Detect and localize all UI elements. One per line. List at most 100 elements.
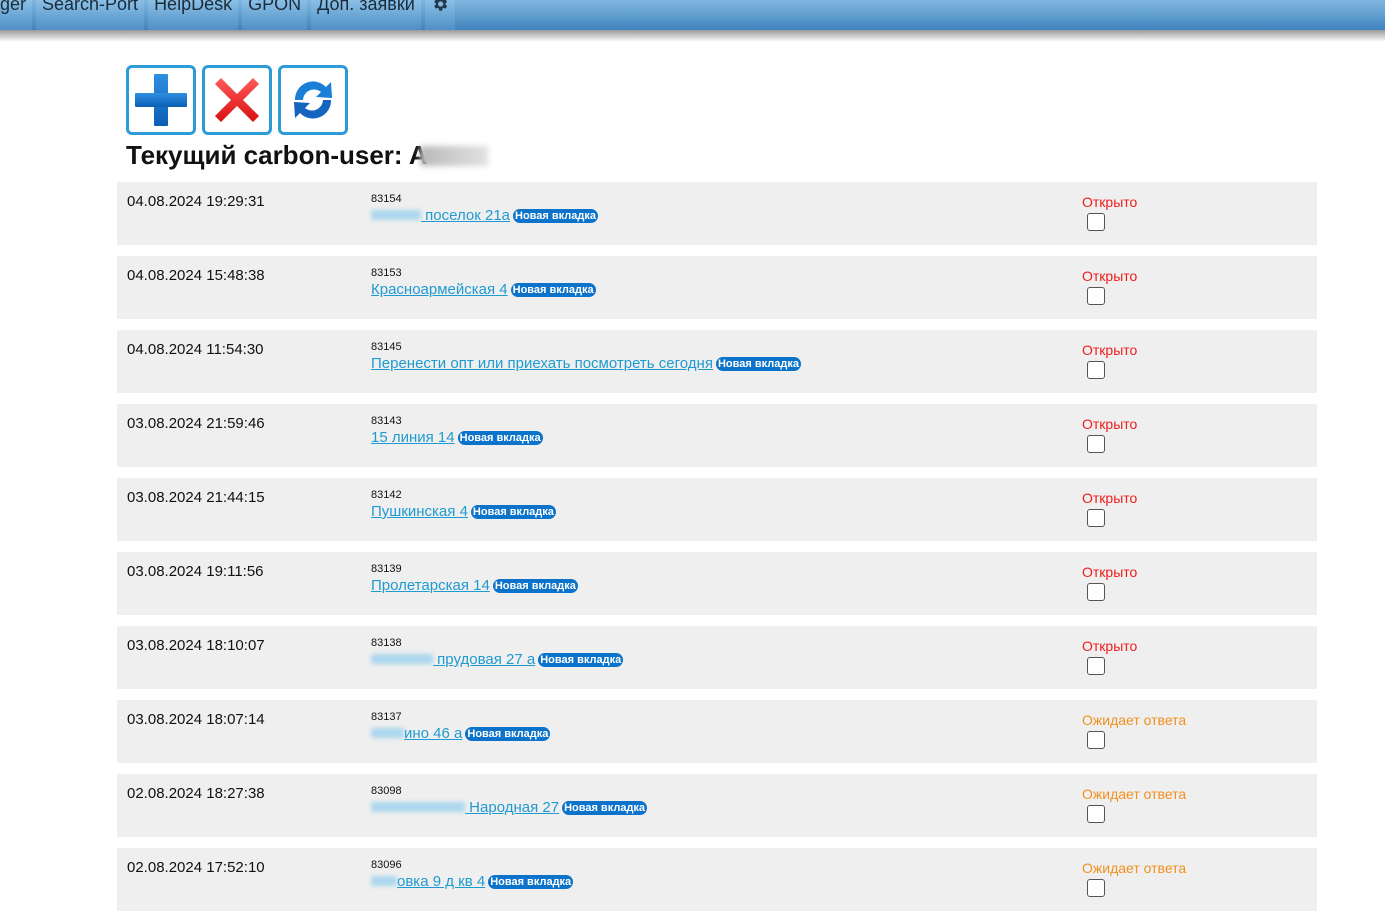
ticket-title-text: 15 линия 14 bbox=[371, 429, 455, 446]
nav-item-extra-requests[interactable]: Доп. заявки bbox=[311, 0, 421, 30]
ticket-link[interactable]: Пушкинская 4 bbox=[371, 503, 468, 520]
ticket-title: прудовая 27 а Новая вкладка bbox=[371, 651, 624, 668]
current-user-label: Текущий carbon-user: A bbox=[126, 140, 428, 170]
ticket-title: Пролетарская 14 Новая вкладка bbox=[371, 577, 578, 594]
ticket-id: 83142 bbox=[371, 489, 402, 501]
status-label: Ожидает ответа bbox=[1082, 860, 1187, 876]
ticket-row: 03.08.2024 19:11:56 83139 Пролетарская 1… bbox=[117, 552, 1317, 615]
ticket-id: 83153 bbox=[371, 267, 402, 279]
ticket-title: Народная 27 Новая вкладка bbox=[371, 799, 648, 816]
ticket-link[interactable]: Народная 27 bbox=[371, 799, 559, 816]
ticket-id: 83145 bbox=[371, 341, 402, 353]
new-tab-badge[interactable]: Новая вкладка bbox=[492, 579, 578, 593]
redacted-username bbox=[419, 146, 488, 166]
status-label: Открыто bbox=[1082, 416, 1138, 432]
redacted-text bbox=[371, 210, 421, 220]
settings-button[interactable] bbox=[424, 0, 455, 30]
new-tab-badge[interactable]: Новая вкладка bbox=[562, 801, 648, 815]
new-tab-badge[interactable]: Новая вкладка bbox=[513, 209, 599, 223]
new-tab-badge[interactable]: Новая вкладка bbox=[715, 357, 801, 371]
ticket-date: 02.08.2024 18:27:38 bbox=[127, 785, 265, 802]
ticket-row: 03.08.2024 18:07:14 83137 ино 46 а Новая … bbox=[117, 700, 1317, 763]
ticket-title: 15 линия 14 Новая вкладка bbox=[371, 429, 543, 446]
ticket-title: овка 9 д кв 4 Новая вкладка bbox=[371, 873, 574, 890]
ticket-title-text: Пушкинская 4 bbox=[371, 503, 468, 520]
gear-icon bbox=[433, 0, 447, 11]
ticket-link[interactable]: Перенести опт или приехать посмотреть се… bbox=[371, 355, 713, 372]
ticket-link[interactable]: ино 46 а bbox=[371, 725, 462, 742]
ticket-link[interactable]: овка 9 д кв 4 bbox=[371, 873, 485, 890]
ticket-link[interactable]: Пролетарская 14 bbox=[371, 577, 490, 594]
ticket-link[interactable]: прудовая 27 а bbox=[371, 651, 535, 668]
ticket-row: 03.08.2024 21:44:15 83142 Пушкинская 4 Но… bbox=[117, 478, 1317, 541]
ticket-link[interactable]: Красноармейская 4 bbox=[371, 281, 508, 298]
new-tab-badge[interactable]: Новая вкладка bbox=[488, 875, 574, 889]
current-user-heading: Текущий carbon-user: A bbox=[126, 140, 488, 171]
ticket-id: 83137 bbox=[371, 711, 402, 723]
new-tab-badge[interactable]: Новая вкладка bbox=[465, 727, 551, 741]
ticket-date: 04.08.2024 11:54:30 bbox=[127, 341, 264, 358]
ticket-date: 03.08.2024 21:59:46 bbox=[127, 415, 265, 432]
nav-item-helpdesk[interactable]: HelpDesk bbox=[148, 0, 239, 30]
new-tab-badge[interactable]: Новая вкладка bbox=[538, 653, 624, 667]
status-label: Открыто bbox=[1082, 194, 1138, 210]
status-label: Открыто bbox=[1082, 638, 1138, 654]
ticket-date: 03.08.2024 18:10:07 bbox=[127, 637, 265, 654]
select-checkbox[interactable] bbox=[1087, 731, 1105, 749]
refresh-icon bbox=[294, 81, 332, 119]
nav-label: Доп. заявки bbox=[317, 0, 415, 14]
nav-item-gpon[interactable]: GPON bbox=[242, 0, 308, 30]
ticket-title: Перенести опт или приехать посмотреть се… bbox=[371, 355, 801, 372]
nav-label: ger bbox=[0, 0, 27, 14]
select-checkbox[interactable] bbox=[1087, 509, 1105, 527]
ticket-title-text: Пролетарская 14 bbox=[371, 577, 490, 594]
nav-item-manager[interactable]: ger bbox=[0, 0, 33, 30]
nav-label: Search-Port bbox=[42, 0, 139, 14]
ticket-row: 03.08.2024 21:59:46 83143 15 линия 14 Нов… bbox=[117, 404, 1317, 467]
add-button[interactable] bbox=[126, 65, 196, 135]
refresh-button[interactable] bbox=[278, 65, 348, 135]
new-tab-badge[interactable]: Новая вкладка bbox=[470, 505, 556, 519]
ticket-id: 83139 bbox=[371, 563, 402, 575]
nav-label: GPON bbox=[248, 0, 302, 14]
nav-item-search-port[interactable]: Search-Port bbox=[36, 0, 145, 30]
ticket-title-text: овка 9 д кв 4 bbox=[397, 873, 486, 890]
select-checkbox[interactable] bbox=[1087, 213, 1105, 231]
status-label: Открыто bbox=[1082, 564, 1138, 580]
ticket-date: 03.08.2024 19:11:56 bbox=[127, 563, 264, 580]
new-tab-badge[interactable]: Новая вкладка bbox=[457, 431, 543, 445]
redacted-text bbox=[371, 802, 465, 812]
ticket-row: 04.08.2024 11:54:30 83145 Перенести опт … bbox=[117, 330, 1317, 393]
redacted-text bbox=[371, 728, 404, 738]
status-label: Ожидает ответа bbox=[1082, 712, 1187, 728]
status-label: Открыто bbox=[1082, 268, 1138, 284]
delete-button[interactable] bbox=[202, 65, 272, 135]
ticket-date: 04.08.2024 15:48:38 bbox=[127, 267, 265, 284]
select-checkbox[interactable] bbox=[1087, 361, 1105, 379]
top-nav: ger Search-Port HelpDesk GPON Доп. заявк… bbox=[0, 0, 459, 30]
ticket-row: 02.08.2024 18:27:38 83098 Народная 27 Нов… bbox=[117, 774, 1317, 837]
new-tab-badge[interactable]: Новая вкладка bbox=[510, 283, 596, 297]
ticket-title: поселок 21а Новая вкладка bbox=[371, 207, 599, 224]
select-checkbox[interactable] bbox=[1087, 879, 1105, 897]
nav-label: HelpDesk bbox=[154, 0, 233, 14]
ticket-link[interactable]: поселок 21а bbox=[371, 207, 510, 224]
ticket-id: 83098 bbox=[371, 785, 402, 797]
select-checkbox[interactable] bbox=[1087, 805, 1105, 823]
select-checkbox[interactable] bbox=[1087, 583, 1105, 601]
redacted-text bbox=[371, 654, 433, 664]
ticket-title-text: поселок 21а bbox=[425, 207, 511, 224]
ticket-link[interactable]: 15 линия 14 bbox=[371, 429, 455, 446]
ticket-row: 04.08.2024 15:48:38 83153 Красноармейска… bbox=[117, 256, 1317, 319]
ticket-id: 83143 bbox=[371, 415, 402, 427]
ticket-list: 04.08.2024 19:29:31 83154 поселок 21а Нов… bbox=[117, 182, 1317, 922]
select-checkbox[interactable] bbox=[1087, 435, 1105, 453]
ticket-title-text: Перенести опт или приехать посмотреть се… bbox=[371, 355, 713, 372]
ticket-title-text: ино 46 а bbox=[404, 725, 463, 742]
ticket-id: 83096 bbox=[371, 859, 402, 871]
plus-icon bbox=[135, 74, 187, 126]
select-checkbox[interactable] bbox=[1087, 287, 1105, 305]
select-checkbox[interactable] bbox=[1087, 657, 1105, 675]
ticket-date: 04.08.2024 19:29:31 bbox=[127, 193, 265, 210]
ticket-row: 02.08.2024 17:52:10 83096 овка 9 д кв 4Н… bbox=[117, 848, 1317, 911]
